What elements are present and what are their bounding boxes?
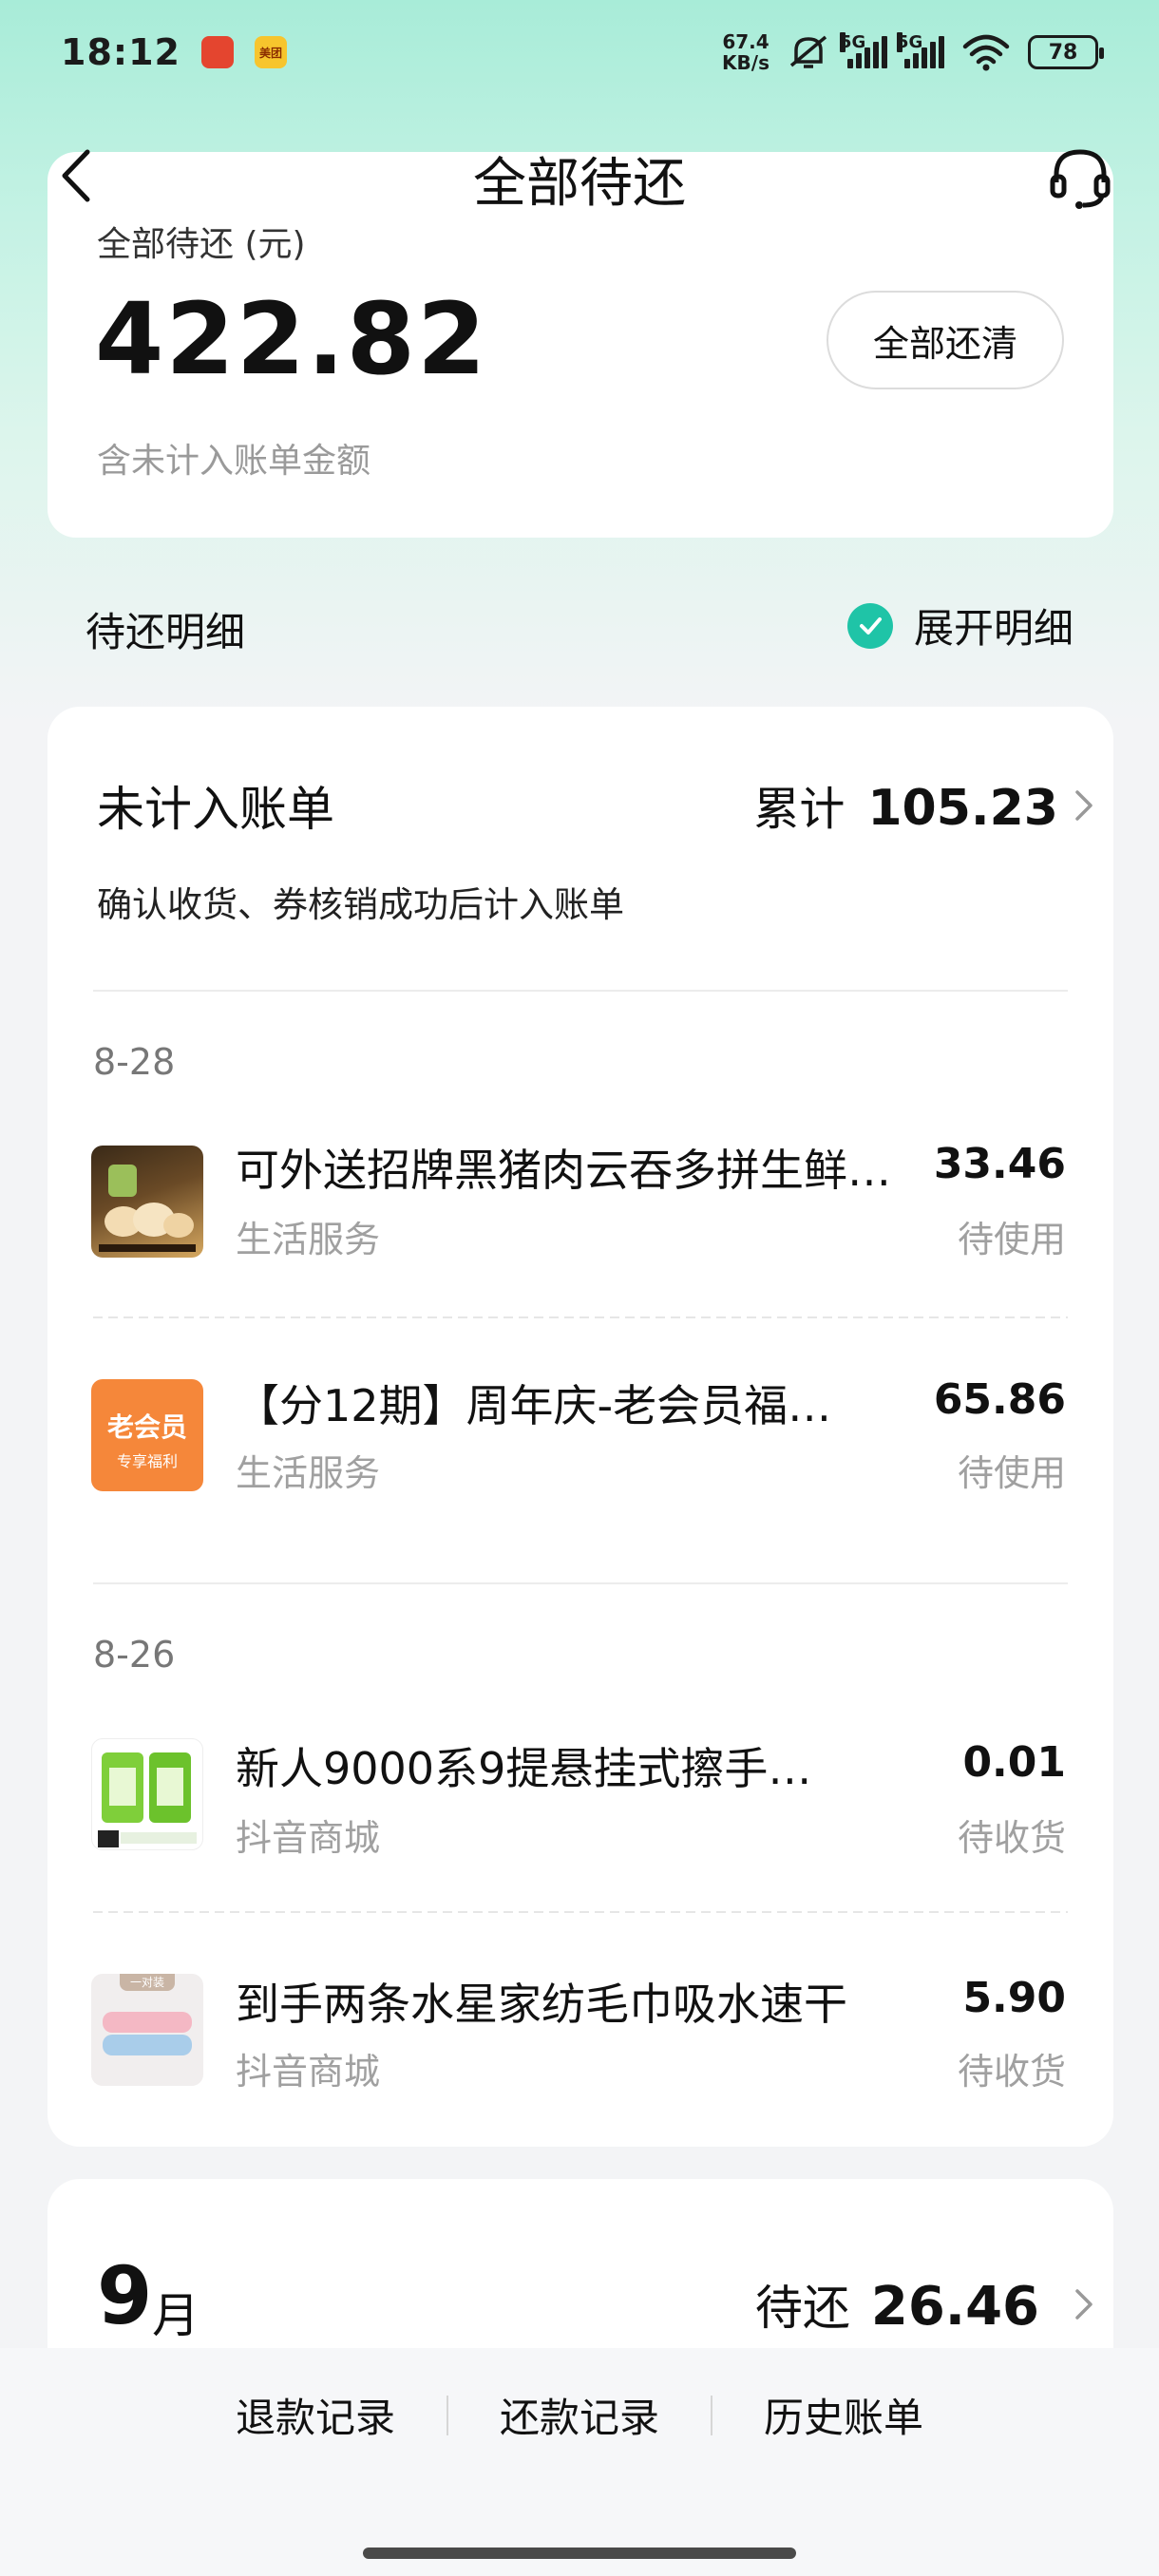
thumb-subtext: 专享福利: [116, 1452, 178, 1470]
item-thumbnail: [91, 1738, 203, 1850]
thumb-text: 老会员: [106, 1411, 187, 1443]
item-category: 生活服务: [236, 1452, 381, 1494]
item-category: 抖音商城: [236, 1817, 381, 1859]
month-due-label: 待还: [754, 2281, 850, 2336]
signal-2-label: 5G: [897, 32, 923, 52]
unbilled-total[interactable]: 累计 105.23: [753, 771, 1058, 838]
item-status: 待收货: [957, 2051, 1066, 2093]
repayment-records-link[interactable]: 还款记录: [448, 2386, 711, 2444]
net-speed: 67.4 KB/s: [722, 31, 770, 73]
battery-level: 78: [1048, 40, 1078, 65]
xiaohongshu-icon: [200, 36, 234, 68]
meituan-icon: 美团: [254, 36, 287, 68]
total-due-label: 全部待还 (元): [97, 225, 306, 264]
chevron-right-icon[interactable]: [1072, 2285, 1096, 2323]
item-amount: 0.01: [962, 1738, 1066, 1787]
history-bills-link[interactable]: 历史账单: [712, 2386, 975, 2444]
unbilled-total-label: 累计: [753, 783, 846, 836]
mute-icon: [789, 35, 827, 68]
item-category: 抖音商城: [236, 2051, 381, 2093]
item-amount: 33.46: [933, 1140, 1066, 1188]
item-thumbnail: 一对装: [91, 1974, 203, 2086]
unbilled-description: 确认收货、券核销成功后计入账单: [97, 884, 624, 925]
meituan-icon-text: 美团: [258, 46, 282, 60]
month-unit: 月: [152, 2288, 200, 2343]
status-time: 18:12: [61, 31, 180, 73]
month-due-value: 26.46: [870, 2276, 1039, 2338]
item-amount: 5.90: [962, 1974, 1066, 2022]
item-name: 【分12期】周年庆-老会员福利专享: [236, 1380, 853, 1431]
expand-details-toggle[interactable]: 展开明细: [846, 597, 1074, 654]
page-title: 全部待还: [473, 153, 686, 215]
unbilled-total-value: 105.23: [867, 780, 1058, 837]
bottom-links: 退款记录 还款记录 历史账单: [0, 2386, 1159, 2444]
divider: [93, 990, 1068, 992]
total-due-note: 含未计入账单金额: [97, 442, 371, 481]
item-status: 待使用: [957, 1219, 1066, 1260]
customer-service-icon[interactable]: [1047, 144, 1113, 211]
month-number: 9: [97, 2249, 153, 2342]
date-label: 8-26: [93, 1634, 176, 1676]
nav-bar: 全部待还: [0, 123, 1159, 228]
date-label: 8-28: [93, 1041, 176, 1083]
total-due-amount: 422.82: [95, 281, 488, 397]
net-speed-unit: KB/s: [722, 51, 770, 74]
repay-all-button[interactable]: 全部还清: [826, 291, 1064, 389]
chevron-right-icon[interactable]: [1072, 786, 1096, 824]
item-status: 待使用: [957, 1452, 1066, 1494]
divider: [93, 1582, 1068, 1584]
item-category: 生活服务: [236, 1219, 381, 1260]
tissue-product-image-icon: [98, 1752, 197, 1847]
item-amount: 65.86: [933, 1375, 1066, 1424]
unbilled-title: 未计入账单: [97, 782, 334, 837]
item-thumbnail: [91, 1146, 203, 1258]
bottom-bar: [0, 2348, 1159, 2576]
item-thumbnail: 老会员 专享福利: [91, 1379, 203, 1491]
item-status: 待收货: [957, 1817, 1066, 1859]
month-due[interactable]: 待还 26.46: [755, 2270, 1039, 2339]
refund-records-link[interactable]: 退款记录: [184, 2386, 446, 2444]
signal-2-icon: 5G: [897, 32, 944, 68]
thumb-badge: 一对装: [120, 1974, 175, 1991]
divider: [93, 1911, 1068, 1913]
item-name: 可外送招牌黑猪肉云吞多拼生鲜套餐: [236, 1145, 891, 1196]
signal-1-icon: 5G: [840, 32, 887, 68]
signal-1-label: 5G: [840, 32, 866, 52]
wifi-icon: [962, 34, 1010, 71]
battery-indicator: 78: [1028, 35, 1104, 69]
item-name: 到手两条水星家纺毛巾吸水速干: [236, 1979, 847, 2030]
checkmark-icon[interactable]: [846, 602, 893, 649]
home-indicator[interactable]: [363, 2548, 796, 2559]
net-speed-value: 67.4: [722, 30, 770, 53]
dumpling-image-icon: [99, 1165, 196, 1252]
item-name: 新人9000系9提悬挂式擦手纸巾: [236, 1743, 853, 1794]
detail-section-title: 待还明细: [86, 609, 246, 655]
expand-details-label: 展开明细: [913, 605, 1074, 652]
status-bar: 18:12 美团 67.4 KB/s 5G 5G 78: [0, 0, 1159, 104]
divider: [93, 1316, 1068, 1318]
